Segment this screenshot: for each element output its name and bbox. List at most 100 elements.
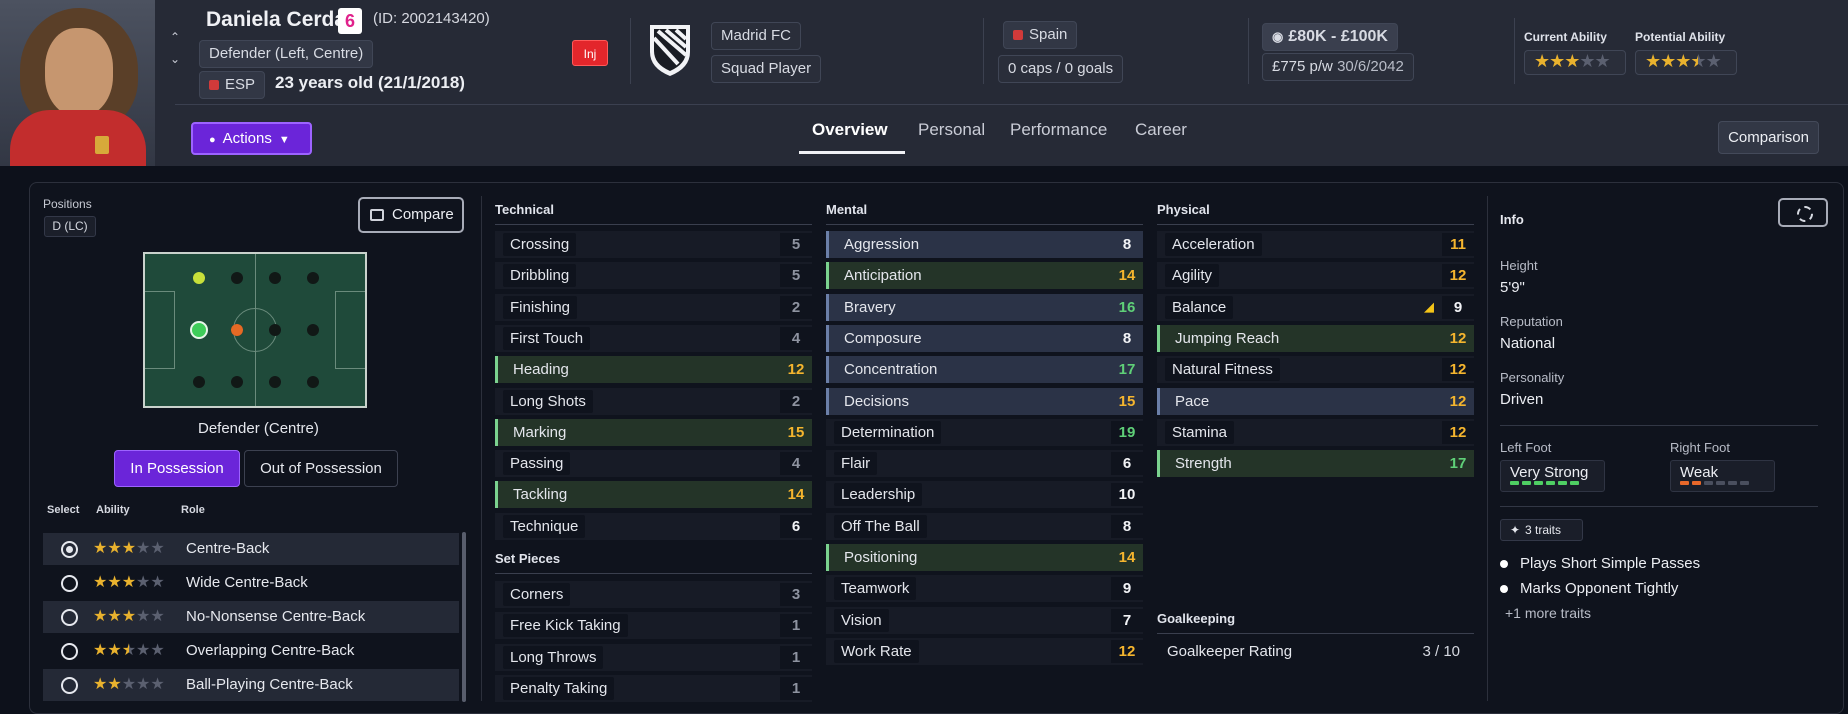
role-radio[interactable] (61, 609, 78, 626)
tab-overview[interactable]: Overview (812, 120, 888, 140)
attribute-row[interactable]: Leadership 10 (826, 481, 1143, 509)
club-logo-icon[interactable] (648, 22, 692, 78)
attribute-row[interactable]: Passing 4 (495, 450, 812, 478)
trait-item: Marks Opponent Tightly (1500, 580, 1678, 597)
position-dot[interactable] (231, 376, 243, 388)
role-row[interactable]: ★★★★★ Overlapping Centre-Back (43, 635, 459, 667)
club-name-chip[interactable]: Madrid FC (711, 22, 802, 50)
attribute-row[interactable]: Concentration 17 (826, 356, 1143, 384)
role-name: Overlapping Centre-Back (186, 642, 355, 659)
role-row[interactable]: ★★★★★ Centre-Back (43, 533, 459, 565)
role-row[interactable]: ★★★★★ No-Nonsense Centre-Back (43, 601, 459, 633)
attribute-row[interactable]: Dribbling 5 (495, 262, 812, 290)
attribute-row[interactable]: Corners 3 (495, 581, 812, 608)
roles-scrollbar[interactable] (462, 532, 466, 702)
attribute-row[interactable]: Off The Ball 8 (826, 512, 1143, 540)
position-dot[interactable] (269, 272, 281, 284)
attribute-row[interactable]: Crossing 5 (495, 231, 812, 258)
ability-column-header: Ability (96, 504, 130, 516)
attribute-row[interactable]: Penalty Taking 1 (495, 674, 812, 702)
player-header: ⌃ ⌄ Daniela Cerdá 6 (ID: 2002143420) Def… (0, 0, 1848, 166)
traits-chip[interactable]: ✦ 3 traits (1500, 519, 1583, 541)
attribute-row[interactable]: Teamwork 9 (826, 575, 1143, 603)
attribute-row[interactable]: Free Kick Taking 1 (495, 612, 812, 640)
position-dot[interactable] (269, 324, 281, 336)
role-radio[interactable] (61, 677, 78, 694)
foot-meter-segment (1570, 481, 1579, 485)
attribute-row[interactable]: Agility 12 (1157, 262, 1474, 290)
tab-performance[interactable]: Performance (1010, 120, 1107, 140)
tab-personal[interactable]: Personal (918, 120, 985, 140)
position-dot[interactable] (269, 376, 281, 388)
role-name: Wide Centre-Back (186, 574, 308, 591)
attribute-row[interactable]: Bravery 16 (826, 293, 1143, 321)
role-row[interactable]: ★★★★★ Ball-Playing Centre-Back (43, 669, 459, 701)
actions-button[interactable]: ● Actions ▼ (191, 122, 312, 155)
position-dot-selected[interactable] (190, 321, 208, 339)
role-radio[interactable] (61, 643, 78, 660)
compare-button[interactable]: Compare (358, 197, 464, 233)
flag-icon (209, 80, 219, 90)
position-dot[interactable] (307, 324, 319, 336)
selected-role-title: Defender (Centre) (198, 420, 319, 437)
attribute-row[interactable]: Long Shots 2 (495, 387, 812, 415)
position-dot-secondary[interactable] (231, 324, 243, 336)
attribute-row[interactable]: Natural Fitness 12 (1157, 356, 1474, 384)
attribute-row[interactable]: Finishing 2 (495, 293, 812, 321)
position-pitch[interactable] (143, 252, 367, 408)
position-dot[interactable] (307, 272, 319, 284)
attribute-row[interactable]: Decisions 15 (826, 387, 1143, 415)
attribute-row[interactable]: Flair 6 (826, 450, 1143, 478)
position-dot[interactable] (193, 272, 205, 284)
position-dot[interactable] (193, 376, 205, 388)
previous-player-icon[interactable]: ⌃ (170, 30, 180, 44)
attribute-row[interactable]: Balance ◢ 9 (1157, 293, 1474, 321)
role-radio[interactable] (61, 575, 78, 592)
role-row[interactable]: ★★★★★ Wide Centre-Back (43, 567, 459, 599)
attribute-row[interactable]: Pace 12 (1157, 387, 1474, 415)
attribute-row[interactable]: Heading 12 (495, 356, 812, 384)
attribute-row[interactable]: Aggression 8 (826, 231, 1143, 258)
divider (1248, 18, 1249, 84)
position-dot[interactable] (307, 376, 319, 388)
attribute-row[interactable]: Long Throws 1 (495, 643, 812, 671)
technical-header: Technical (495, 202, 812, 225)
position-dot[interactable] (231, 272, 243, 284)
potential-ability-label: Potential Ability (1635, 30, 1726, 44)
attribute-row[interactable]: Stamina 12 (1157, 418, 1474, 446)
attribute-row[interactable]: Technique 6 (495, 512, 812, 540)
attribute-row[interactable]: Vision 7 (826, 606, 1143, 634)
nation-chip[interactable]: Spain (1003, 21, 1078, 49)
tab-career[interactable]: Career (1135, 120, 1187, 140)
more-traits-link[interactable]: +1 more traits (1505, 605, 1591, 621)
personality-settings-icon[interactable] (1778, 198, 1828, 227)
comparison-button[interactable]: Comparison (1718, 121, 1819, 154)
attribute-name: Tackling (513, 486, 568, 504)
injury-badge[interactable]: Inj (572, 40, 608, 66)
attribute-row[interactable]: Work Rate 12 (826, 637, 1143, 665)
attribute-row[interactable]: Anticipation 14 (826, 262, 1143, 290)
foot-meter-segment (1546, 481, 1555, 485)
attribute-row[interactable]: Positioning 14 (826, 544, 1143, 571)
next-player-icon[interactable]: ⌄ (170, 52, 180, 66)
foot-meter-segment (1704, 481, 1713, 485)
attribute-row[interactable]: Tackling 14 (495, 481, 812, 509)
nationality-chip[interactable]: ESP (199, 71, 266, 99)
attribute-value: 8 (1111, 514, 1143, 538)
out-of-possession-button[interactable]: Out of Possession (244, 450, 398, 487)
attribute-row[interactable]: First Touch 4 (495, 324, 812, 352)
attribute-value: 12 (787, 361, 805, 379)
goalkeeper-rating-row: Goalkeeper Rating 3 / 10 (1157, 640, 1474, 667)
attribute-row[interactable]: Jumping Reach 12 (1157, 324, 1474, 352)
attribute-row[interactable]: Marking 15 (495, 418, 812, 446)
left-foot-label: Left Foot (1500, 440, 1552, 455)
reputation-label: Reputation (1500, 314, 1563, 329)
attribute-row[interactable]: Determination 19 (826, 418, 1143, 446)
attribute-name: Penalty Taking (503, 676, 615, 700)
attribute-name: Bravery (844, 298, 896, 316)
attribute-row[interactable]: Acceleration 11 (1157, 231, 1474, 258)
attribute-row[interactable]: Composure 8 (826, 324, 1143, 352)
in-possession-button[interactable]: In Possession (114, 450, 240, 487)
attribute-row[interactable]: Strength 17 (1157, 450, 1474, 478)
role-radio[interactable] (61, 541, 78, 558)
